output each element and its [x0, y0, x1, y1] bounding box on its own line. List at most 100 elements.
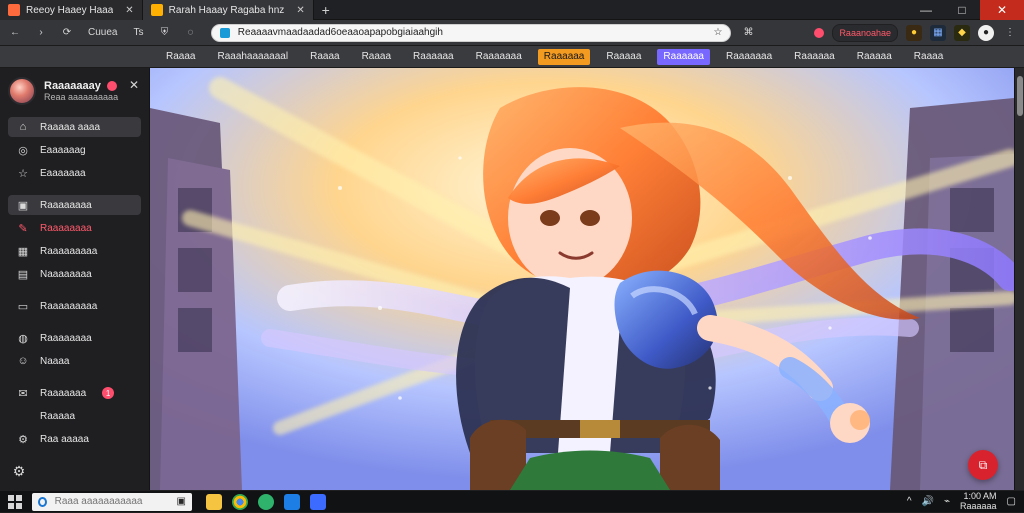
bookmark-item-13[interactable]: Raaaa [908, 49, 949, 65]
notification-icon[interactable]: ▢ [1007, 496, 1016, 507]
sidebar-profile[interactable]: Raaaaaaay Reaa aaaaaaaaaa ✕ [0, 68, 149, 114]
windows-start-icon[interactable] [0, 491, 30, 513]
sidebar-item-6[interactable]: ▦ Raaaaaaaaa [8, 241, 141, 261]
windows-logo-icon [8, 494, 22, 509]
sidebar-item-8[interactable]: ▭ Raaaaaaaaa [8, 296, 141, 316]
file-explorer-icon[interactable] [206, 493, 222, 510]
sidebar-item-4[interactable]: ▣ Raaaaaaaa [8, 195, 141, 215]
shield-icon[interactable]: ⛨ [155, 24, 173, 42]
extensions-puzzle-icon[interactable]: ⌘ [739, 24, 757, 42]
sidebar-item-label-7: Naaaaaaaa [40, 268, 92, 280]
tab-close-icon-2[interactable]: ✕ [290, 5, 304, 16]
minimize-icon[interactable]: — [908, 0, 944, 20]
profile-subtitle: Reaa aaaaaaaaaa [44, 92, 119, 103]
sidebar-item-2[interactable]: ◎ Eaaaaaag [8, 140, 141, 160]
sidebar-item-label-12: Raaaaa [40, 410, 76, 422]
toolbar-button-2[interactable]: Ts [129, 24, 147, 42]
tab-1[interactable]: Reeoy Haaey Haaa ✕ [0, 0, 143, 20]
tab-title-2: Rarah Haaay Ragaba hnz [168, 4, 285, 16]
tray-volume-icon[interactable]: 🔊 [922, 496, 934, 507]
left-sidebar: Raaaaaaay Reaa aaaaaaaaaa ✕ ⌂ Raaaaa aaa… [0, 68, 150, 490]
tray-network-icon[interactable]: ⌁ [944, 496, 950, 507]
users-icon: ☺ [17, 355, 29, 367]
bookmark-item-11[interactable]: Raaaaaa [788, 49, 841, 65]
home-icon: ⌂ [19, 121, 27, 133]
floating-share-button[interactable]: ⧉ [968, 450, 998, 480]
bookmark-item-10[interactable]: Raaaaaaa [720, 49, 778, 65]
sidebar-item-1[interactable]: ⌂ Raaaaa aaaa [8, 117, 141, 137]
content-scrollbar-thumb[interactable] [1017, 76, 1023, 116]
taskbar-pinned-apps [206, 493, 326, 510]
sidebar-item-12[interactable]: Raaaaa [8, 406, 141, 426]
bookmark-item-2[interactable]: Raaahaaaaaaal [211, 49, 294, 65]
bookmark-item-9[interactable]: Raaaaaa [657, 48, 710, 65]
app-icon-blue-window[interactable] [284, 493, 300, 510]
back-icon[interactable]: ← [6, 24, 24, 42]
avatar [8, 77, 36, 105]
sidebar-item-label-2: Eaaaaaag [40, 144, 86, 156]
globe-icon: ◍ [18, 332, 28, 345]
chrome-icon[interactable] [232, 493, 248, 510]
app-icon-shield[interactable] [310, 493, 326, 510]
close-window-icon[interactable]: ✕ [980, 0, 1024, 20]
extension-pill[interactable]: Raaanoahae [832, 23, 898, 42]
sidebar-item-label-5: Raaaaaaaa [40, 222, 92, 234]
sidebar-item-7[interactable]: ▤ Naaaaaaaa [8, 264, 141, 284]
address-input[interactable] [235, 26, 708, 39]
bookmark-item-4[interactable]: Raaaa [356, 49, 397, 65]
bookmark-item-7[interactable]: Raaaaaa [537, 48, 591, 65]
taskbar-search[interactable]: ▣ [32, 492, 192, 511]
tray-chevron-icon[interactable]: ^ [907, 496, 912, 507]
toolbar-button-1[interactable]: Cuuea [84, 24, 121, 42]
sidebar-item-5[interactable]: ✎ Raaaaaaaa [8, 218, 141, 238]
profile-icon[interactable]: ● [978, 24, 994, 41]
sidebar-close-icon[interactable]: ✕ [129, 78, 139, 92]
bookmark-item-6[interactable]: Raaaaaaa [470, 49, 528, 65]
address-bar[interactable]: ☆ [211, 23, 732, 42]
bookmark-star-icon[interactable]: ☆ [714, 27, 723, 38]
sidebar-bottom-settings-icon[interactable]: ⚙ [10, 462, 28, 480]
document-icon: ▤ [17, 268, 29, 281]
sidebar-item-3[interactable]: ☆ Eaaaaaaa [8, 163, 141, 183]
window-controls: — □ ✕ [908, 0, 1024, 20]
extension-puzzle-icon[interactable]: ▦ [930, 24, 946, 41]
sidebar-item-label-6: Raaaaaaaaa [40, 245, 98, 257]
menu-kebab-icon[interactable]: ⋮ [1002, 25, 1018, 41]
bookmark-item-5[interactable]: Raaaaaa [407, 49, 460, 65]
sidebar-item-10[interactable]: ☺ Naaaa [8, 351, 141, 371]
taskbar-clock[interactable]: 1:00 AM Raaaaaa [960, 491, 997, 511]
bookmark-item-3[interactable]: Raaaa [304, 49, 345, 65]
forward-icon[interactable]: › [32, 24, 50, 42]
extension-badge-icon[interactable]: ◆ [954, 24, 970, 41]
tab-strip: Reeoy Haaey Haaa ✕ Rarah Haaay Ragaba hn… [0, 0, 1024, 20]
site-lock-icon [220, 27, 230, 38]
taskbar-search-input[interactable] [52, 495, 171, 508]
settings-icon: ⚙ [18, 433, 28, 446]
bookmark-item-8[interactable]: Raaaaa [600, 49, 647, 65]
sidebar-item-11[interactable]: ✉ Raaaaaaa 1 [8, 383, 141, 403]
sidebar-item-13[interactable]: ⚙ Raa aaaaa [8, 429, 141, 449]
reload-icon[interactable]: ⟳ [58, 24, 76, 42]
extension-fruit-icon[interactable]: ● [906, 24, 922, 41]
blank-icon [16, 409, 30, 423]
sidebar-item-label-10: Naaaa [40, 355, 70, 367]
bookmark-item-1[interactable]: Raaaa [160, 49, 201, 65]
tab-close-icon-1[interactable]: ✕ [119, 5, 133, 16]
content-scrollbar[interactable] [1014, 68, 1024, 490]
sidebar-item-label-13: Raa aaaaa [40, 433, 89, 445]
app-icon-green[interactable] [258, 493, 274, 510]
extension-dot-icon[interactable] [814, 27, 825, 38]
cortana-icon [38, 496, 47, 507]
sidebar-item-9[interactable]: ◍ Raaaaaaaa [8, 328, 141, 348]
sidebar-item-label-11: Raaaaaaa [40, 387, 87, 399]
bookmark-item-12[interactable]: Raaaaa [851, 49, 898, 65]
profile-name: Raaaaaaay [44, 79, 101, 92]
maximize-icon[interactable]: □ [944, 0, 980, 20]
tab-2[interactable]: Rarah Haaay Ragaba hnz ✕ [142, 0, 314, 20]
folder-icon: ▭ [17, 300, 29, 313]
new-tab-plus-icon[interactable]: + [314, 0, 338, 19]
task-view-icon[interactable]: ▣ [177, 496, 186, 507]
cursor-icon[interactable]: ◌ [181, 24, 199, 42]
tab-favicon-2 [150, 4, 163, 16]
tab-favicon-1 [8, 4, 20, 16]
